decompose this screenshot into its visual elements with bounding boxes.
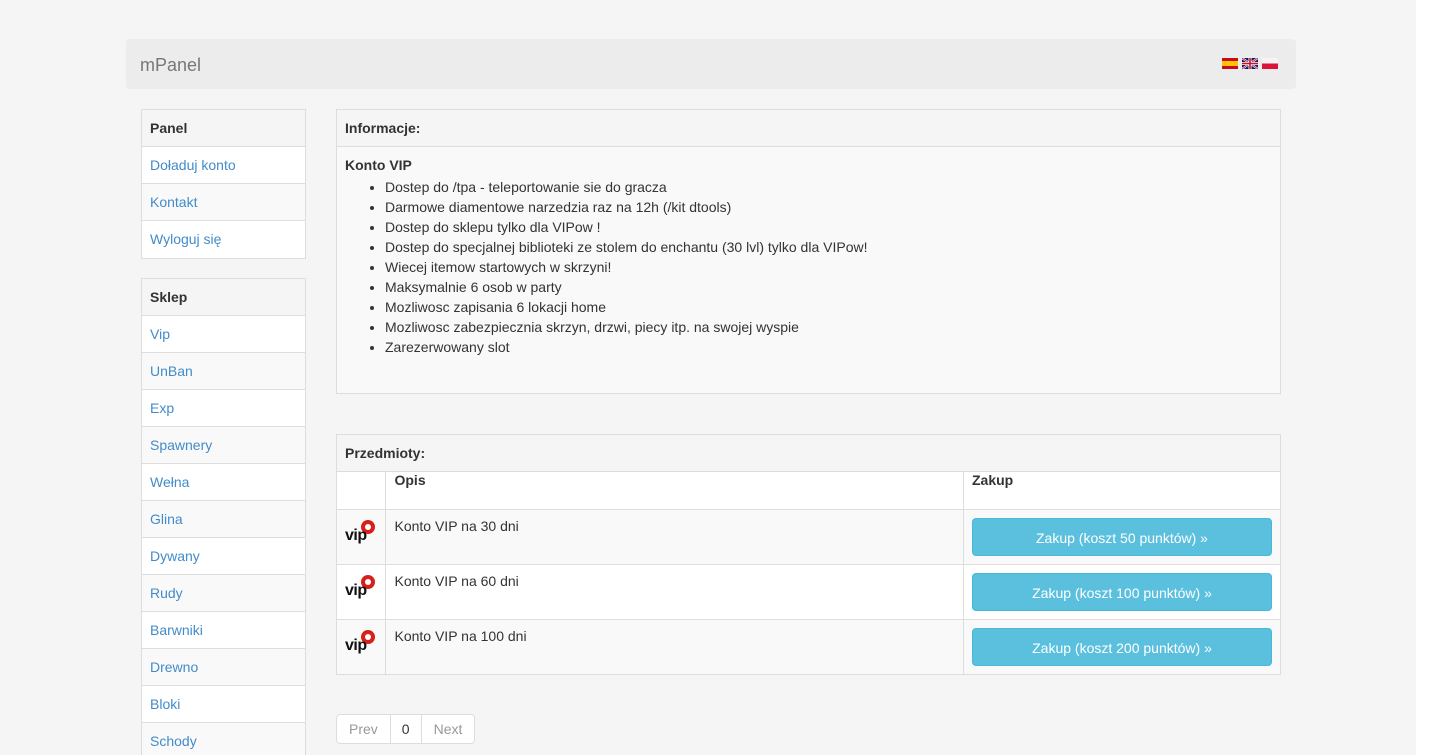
purchase-cell: Zakup (koszt 50 punktów) » [963, 508, 1280, 565]
next-page-button[interactable]: Next [422, 715, 475, 743]
table-row: vip Konto VIP na 60 dni Zakup (koszt 100… [337, 563, 1280, 620]
sidebar-item-clay[interactable]: Glina [142, 501, 305, 538]
purchase-cell: Zakup (koszt 100 punktów) » [963, 563, 1280, 620]
vip-logo-cell: vip [337, 508, 387, 565]
vip-logo-cell: vip [337, 618, 387, 674]
top-navbar: mPanel [126, 39, 1296, 89]
sidebar-item-ores[interactable]: Rudy [142, 575, 305, 612]
sidebar-item-dyes[interactable]: Barwniki [142, 612, 305, 649]
column-header-description: Opis [385, 472, 964, 510]
brand-logo[interactable]: mPanel [140, 55, 201, 76]
uk-flag-icon[interactable] [1242, 58, 1258, 69]
list-item: Maksymalnie 6 osob w party [385, 277, 1272, 297]
sidebar-shop-group: Sklep Vip UnBan Exp Spawnery Wełna Glina… [141, 278, 306, 755]
current-page[interactable]: 0 [391, 715, 422, 743]
table-row: vip Konto VIP na 30 dni Zakup (koszt 50 … [337, 508, 1280, 565]
list-item: Dostep do /tpa - teleportowanie sie do g… [385, 177, 1272, 197]
sidebar-item-spawners[interactable]: Spawnery [142, 427, 305, 464]
list-item: Wiecej itemow startowych w skrzyni! [385, 257, 1272, 277]
list-item: Mozliwosc zapisania 6 lokacji home [385, 297, 1272, 317]
table-row: vip Konto VIP na 100 dni Zakup (koszt 20… [337, 618, 1280, 674]
language-selector [1222, 58, 1278, 69]
buy-vip-60-button[interactable]: Zakup (koszt 100 punktów) » [972, 572, 1272, 611]
table-header-row: Opis Zakup [337, 472, 1280, 510]
sidebar-item-vip[interactable]: Vip [142, 316, 305, 353]
vip-title: Konto VIP [345, 157, 412, 173]
item-description: Konto VIP na 30 dni [385, 508, 964, 565]
sidebar-item-blocks[interactable]: Bloki [142, 686, 305, 723]
items-heading: Przedmioty: [337, 435, 1280, 472]
items-table: Opis Zakup vip Konto VIP na 30 dni Zakup… [337, 472, 1280, 674]
sidebar-item-wood[interactable]: Drewno [142, 649, 305, 686]
sidebar-item-stairs[interactable]: Schody [142, 723, 305, 755]
list-item: Dostep do specjalnej biblioteki ze stole… [385, 237, 1272, 257]
sidebar-item-exp[interactable]: Exp [142, 390, 305, 427]
info-heading: Informacje: [337, 110, 1280, 147]
sidebar-panel-title: Panel [142, 110, 305, 147]
list-item: Mozliwosc zabezpiecznia skrzyn, drzwi, p… [385, 317, 1272, 337]
poland-flag-icon[interactable] [1262, 58, 1278, 69]
buy-vip-100-button[interactable]: Zakup (koszt 200 punktów) » [972, 627, 1272, 666]
vip-logo-icon: vip [345, 518, 377, 548]
column-header-purchase: Zakup [963, 472, 1280, 510]
list-item: Dostep do sklepu tylko dla VIPow ! [385, 217, 1272, 237]
spain-flag-icon[interactable] [1222, 58, 1238, 69]
items-panel: Przedmioty: Opis Zakup vip Konto VIP na … [336, 434, 1281, 675]
list-item: Darmowe diamentowe narzedzia raz na 12h … [385, 197, 1272, 217]
item-description: Konto VIP na 100 dni [385, 618, 964, 674]
sidebar-item-carpets[interactable]: Dywany [142, 538, 305, 575]
vip-logo-icon: vip [345, 628, 377, 658]
column-header-image [337, 472, 387, 510]
list-item: Zarezerwowany slot [385, 337, 1272, 357]
prev-page-button[interactable]: Prev [337, 715, 391, 743]
purchase-cell: Zakup (koszt 200 punktów) » [963, 618, 1280, 674]
sidebar-item-unban[interactable]: UnBan [142, 353, 305, 390]
vip-logo-icon: vip [345, 573, 377, 603]
sidebar-item-logout[interactable]: Wyloguj się [142, 221, 305, 258]
vip-logo-cell: vip [337, 563, 387, 620]
item-description: Konto VIP na 60 dni [385, 563, 964, 620]
buy-vip-30-button[interactable]: Zakup (koszt 50 punktów) » [972, 517, 1272, 556]
info-panel: Informacje: Konto VIP Dostep do /tpa - t… [336, 109, 1281, 394]
info-body: Konto VIP Dostep do /tpa - teleportowani… [337, 147, 1280, 367]
page-gutter [1416, 0, 1434, 755]
sidebar-item-wool[interactable]: Wełna [142, 464, 305, 501]
sidebar-item-contact[interactable]: Kontakt [142, 184, 305, 221]
sidebar-item-top-up[interactable]: Doładuj konto [142, 147, 305, 184]
sidebar-panel-group: Panel Doładuj konto Kontakt Wyloguj się [141, 109, 306, 259]
sidebar-shop-title: Sklep [142, 279, 305, 316]
vip-feature-list: Dostep do /tpa - teleportowanie sie do g… [385, 177, 1272, 357]
pagination: Prev 0 Next [336, 714, 476, 744]
